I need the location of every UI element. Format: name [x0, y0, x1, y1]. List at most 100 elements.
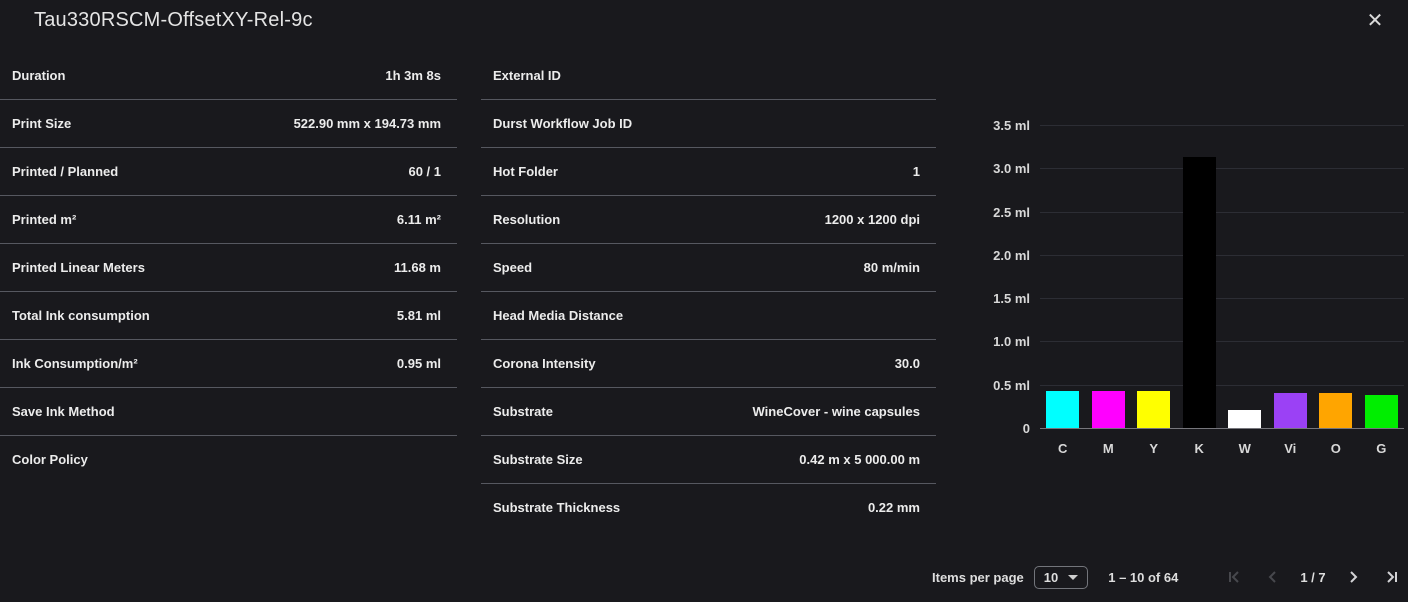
detail-row-hot-folder: Hot Folder 1: [481, 148, 936, 196]
x-axis-tick-label: Vi: [1268, 441, 1314, 456]
detail-row-corona-intensity: Corona Intensity 30.0: [481, 340, 936, 388]
detail-label: Save Ink Method: [12, 404, 115, 419]
y-axis-tick-label: 0.5 ml: [960, 377, 1030, 394]
detail-value: 522.90 mm x 194.73 mm: [294, 116, 441, 131]
detail-row-printed-linear-meters: Printed Linear Meters 11.68 m: [0, 244, 457, 292]
detail-row-substrate-thickness: Substrate Thickness 0.22 mm: [481, 484, 936, 531]
bar-C: [1046, 391, 1079, 428]
page-title: Tau330RSCM-OffsetXY-Rel-9c: [34, 9, 313, 32]
detail-label: Speed: [493, 260, 532, 275]
gridline: [1040, 341, 1404, 342]
y-axis-tick-label: 1.5 ml: [960, 290, 1030, 307]
detail-row-resolution: Resolution 1200 x 1200 dpi: [481, 196, 936, 244]
detail-row-durst-workflow-job-id: Durst Workflow Job ID: [481, 100, 936, 148]
paginator: Items per page 10 1 – 10 of 64 1 / 7: [932, 560, 1404, 594]
detail-label: Head Media Distance: [493, 308, 623, 323]
x-axis-tick-label: G: [1359, 441, 1405, 456]
detail-label: Durst Workflow Job ID: [493, 116, 632, 131]
detail-label: External ID: [493, 68, 561, 83]
x-axis-tick-label: K: [1177, 441, 1223, 456]
detail-value: 0.22 mm: [868, 500, 920, 515]
detail-label: Substrate: [493, 404, 553, 419]
bar-W: [1228, 410, 1261, 428]
range-label: 1 – 10 of 64: [1108, 570, 1178, 585]
detail-row-ink-per-m2: Ink Consumption/m² 0.95 ml: [0, 340, 457, 388]
x-axis-tick-label: C: [1040, 441, 1086, 456]
last-page-button[interactable]: [1378, 564, 1404, 590]
close-icon[interactable]: ✕: [1362, 8, 1388, 34]
detail-label: Duration: [12, 68, 65, 83]
detail-value: 30.0: [895, 356, 920, 371]
x-axis-tick-label: M: [1086, 441, 1132, 456]
gridline: [1040, 168, 1404, 169]
page-nav: 1 / 7: [1222, 564, 1403, 590]
chevron-left-icon: [1266, 570, 1280, 584]
gridline: [1040, 385, 1404, 386]
detail-value: 0.42 m x 5 000.00 m: [799, 452, 920, 467]
items-per-page-value: 10: [1044, 570, 1058, 585]
page-indicator: 1 / 7: [1300, 570, 1325, 585]
caret-down-icon: [1068, 575, 1078, 580]
detail-value: 1h 3m 8s: [385, 68, 441, 83]
y-axis-tick-label: 2.0 ml: [960, 247, 1030, 264]
detail-value: 6.11 m²: [397, 212, 441, 227]
detail-label: Printed Linear Meters: [12, 260, 145, 275]
detail-row-duration: Duration 1h 3m 8s: [0, 52, 457, 100]
ink-consumption-chart: CMYKWViOG 0 0.5 ml 1.0 ml 1.5 ml 2.0 ml 2.5 m…: [960, 110, 1408, 475]
y-axis-tick-label: 2.5 ml: [960, 204, 1030, 221]
detail-label: Substrate Size: [493, 452, 583, 467]
y-axis-tick-label: 1.0 ml: [960, 333, 1030, 350]
detail-row-save-ink-method: Save Ink Method: [0, 388, 457, 436]
bar-K: [1183, 157, 1216, 428]
detail-label: Printed / Planned: [12, 164, 118, 179]
items-per-page-select[interactable]: 10: [1034, 566, 1088, 589]
detail-label: Hot Folder: [493, 164, 558, 179]
detail-label: Substrate Thickness: [493, 500, 620, 515]
x-axis-tick-label: W: [1222, 441, 1268, 456]
detail-row-speed: Speed 80 m/min: [481, 244, 936, 292]
chevron-right-icon: [1346, 570, 1360, 584]
detail-label: Corona Intensity: [493, 356, 596, 371]
gridline: [1040, 212, 1404, 213]
detail-row-head-media-distance: Head Media Distance: [481, 292, 936, 340]
detail-label: Total Ink consumption: [12, 308, 150, 323]
x-axis-tick-label: Y: [1131, 441, 1177, 456]
detail-row-external-id: External ID: [481, 52, 936, 100]
y-axis-tick-label: 3.5 ml: [960, 117, 1030, 134]
gridline: [1040, 428, 1404, 429]
bar-Y: [1137, 391, 1170, 428]
bar-Vi: [1274, 393, 1307, 428]
x-axis-tick-label: O: [1313, 441, 1359, 456]
detail-value: 11.68 m: [394, 260, 441, 275]
bar-M: [1092, 391, 1125, 428]
detail-row-substrate: Substrate WineCover - wine capsules: [481, 388, 936, 436]
detail-row-printed-planned: Printed / Planned 60 / 1: [0, 148, 457, 196]
gridline: [1040, 125, 1404, 126]
detail-row-total-ink: Total Ink consumption 5.81 ml: [0, 292, 457, 340]
detail-label: Color Policy: [12, 452, 88, 467]
y-axis-tick-label: 0: [960, 420, 1030, 437]
detail-row-print-size: Print Size 522.90 mm x 194.73 mm: [0, 100, 457, 148]
items-per-page-label: Items per page: [932, 570, 1024, 585]
next-page-button[interactable]: [1340, 564, 1366, 590]
last-page-icon: [1384, 570, 1398, 584]
detail-row-color-policy: Color Policy: [0, 436, 457, 483]
detail-value: 5.81 ml: [397, 308, 441, 323]
detail-label: Ink Consumption/m²: [12, 356, 138, 371]
bar-O: [1319, 393, 1352, 428]
first-page-icon: [1228, 570, 1242, 584]
detail-value: 60 / 1: [408, 164, 441, 179]
detail-row-printed-m2: Printed m² 6.11 m²: [0, 196, 457, 244]
detail-value: 80 m/min: [864, 260, 920, 275]
detail-label: Resolution: [493, 212, 560, 227]
detail-row-substrate-size: Substrate Size 0.42 m x 5 000.00 m: [481, 436, 936, 484]
detail-value: WineCover - wine capsules: [753, 404, 921, 419]
detail-value: 1: [913, 164, 920, 179]
chart-plot: CMYKWViOG: [1040, 110, 1404, 429]
first-page-button[interactable]: [1222, 564, 1248, 590]
details-column-left: Duration 1h 3m 8s Print Size 522.90 mm x…: [0, 52, 457, 483]
detail-value: 1200 x 1200 dpi: [825, 212, 920, 227]
bar-G: [1365, 395, 1398, 428]
previous-page-button[interactable]: [1260, 564, 1286, 590]
detail-label: Printed m²: [12, 212, 76, 227]
